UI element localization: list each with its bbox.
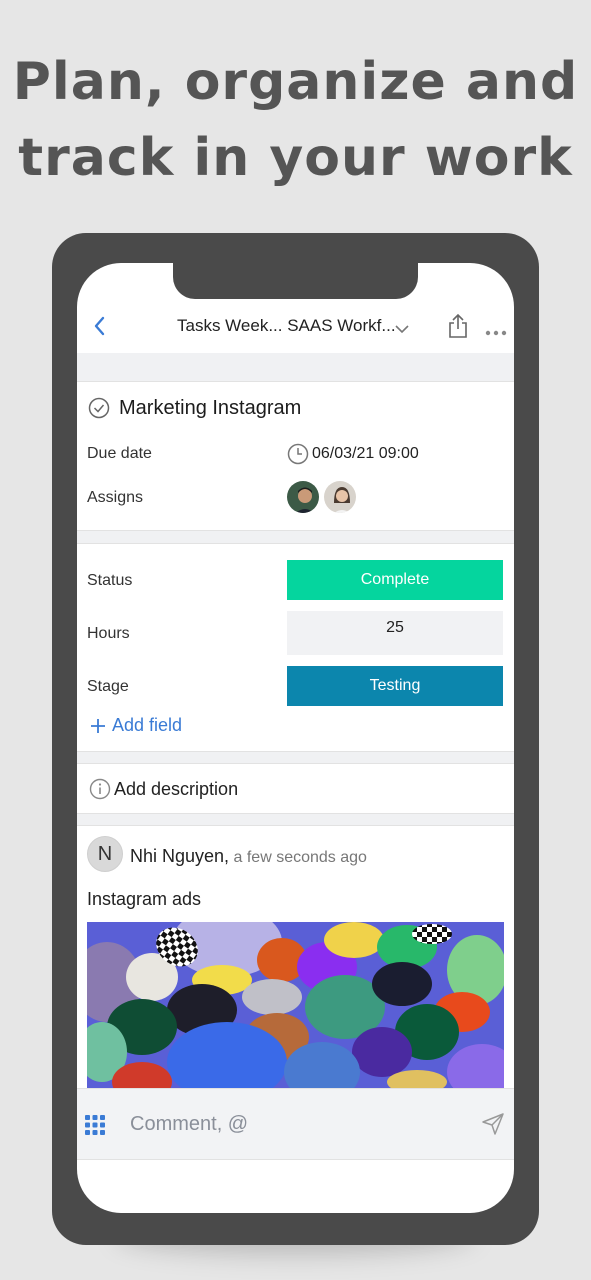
commenter-avatar[interactable]: N: [87, 836, 123, 872]
comment-time: a few seconds ago: [233, 849, 367, 866]
hours-label: Hours: [87, 625, 130, 642]
info-icon: [89, 778, 111, 800]
phone-screen: Tasks Week... SAAS Workf... Marketing In…: [77, 263, 514, 1213]
section-gap: [77, 353, 514, 381]
divider: [77, 763, 514, 764]
assigns-label: Assigns: [87, 489, 144, 506]
avatar-photo-icon: [324, 481, 356, 513]
headline-line-2: track in your work: [18, 128, 573, 188]
task-title[interactable]: Marketing Instagram: [119, 397, 301, 420]
section-gap: [77, 814, 514, 825]
due-date-value[interactable]: 06/03/21 09:00: [287, 443, 419, 465]
divider: [77, 543, 514, 544]
due-date-label: Due date: [87, 445, 152, 462]
hours-input[interactable]: 25: [287, 611, 503, 655]
comment-header: Nhi Nguyen, a few seconds ago: [130, 846, 367, 867]
divider: [77, 381, 514, 382]
comment-composer: Comment, @: [77, 1088, 514, 1160]
more-button[interactable]: [485, 323, 507, 341]
grid-icon: [85, 1115, 105, 1135]
add-description-button[interactable]: Add description: [89, 778, 238, 800]
share-button[interactable]: [448, 313, 468, 344]
assignee-avatar-2[interactable]: [322, 479, 358, 515]
chevron-down-icon: [395, 325, 409, 334]
clock-icon: [287, 443, 309, 465]
assignee-avatar-1[interactable]: [285, 479, 321, 515]
share-icon: [449, 313, 467, 338]
nav-title-text: Tasks Week... SAAS Workf...: [177, 316, 396, 335]
status-label: Status: [87, 572, 133, 589]
comment-input[interactable]: Comment, @: [130, 1113, 248, 1136]
complete-task-toggle[interactable]: [88, 397, 110, 424]
divider: [77, 825, 514, 826]
attachments-button[interactable]: [84, 1114, 106, 1141]
comment-author[interactable]: Nhi Nguyen,: [130, 846, 229, 866]
comment-image[interactable]: [87, 922, 504, 1088]
check-circle-icon: [88, 397, 110, 419]
plus-icon: [91, 718, 105, 733]
phone-notch: [173, 263, 418, 299]
status-pill[interactable]: Complete: [287, 560, 503, 600]
colorful-stones-image: [87, 922, 504, 1088]
stage-label: Stage: [87, 678, 129, 695]
add-description-label: Add description: [114, 778, 239, 799]
section-gap: [77, 752, 514, 763]
back-button[interactable]: [91, 315, 109, 337]
section-gap: [77, 531, 514, 543]
comment-text: Instagram ads: [87, 889, 202, 909]
avatar-photo-icon: [287, 481, 319, 513]
chevron-left-icon: [94, 316, 105, 336]
title-dropdown-button[interactable]: [395, 321, 409, 339]
add-field-label: Add field: [112, 715, 183, 735]
add-field-button[interactable]: Add field: [90, 715, 182, 736]
send-button[interactable]: [481, 1112, 505, 1141]
nav-title[interactable]: Tasks Week... SAAS Workf...: [177, 316, 417, 336]
headline-line-1: Plan, organize and: [12, 52, 579, 112]
due-date-text: 06/03/21 09:00: [312, 445, 419, 462]
stage-pill[interactable]: Testing: [287, 666, 503, 706]
headline: Plan, organize and track in your work: [0, 44, 591, 196]
send-icon: [482, 1113, 504, 1135]
more-dots-icon: [485, 330, 507, 336]
